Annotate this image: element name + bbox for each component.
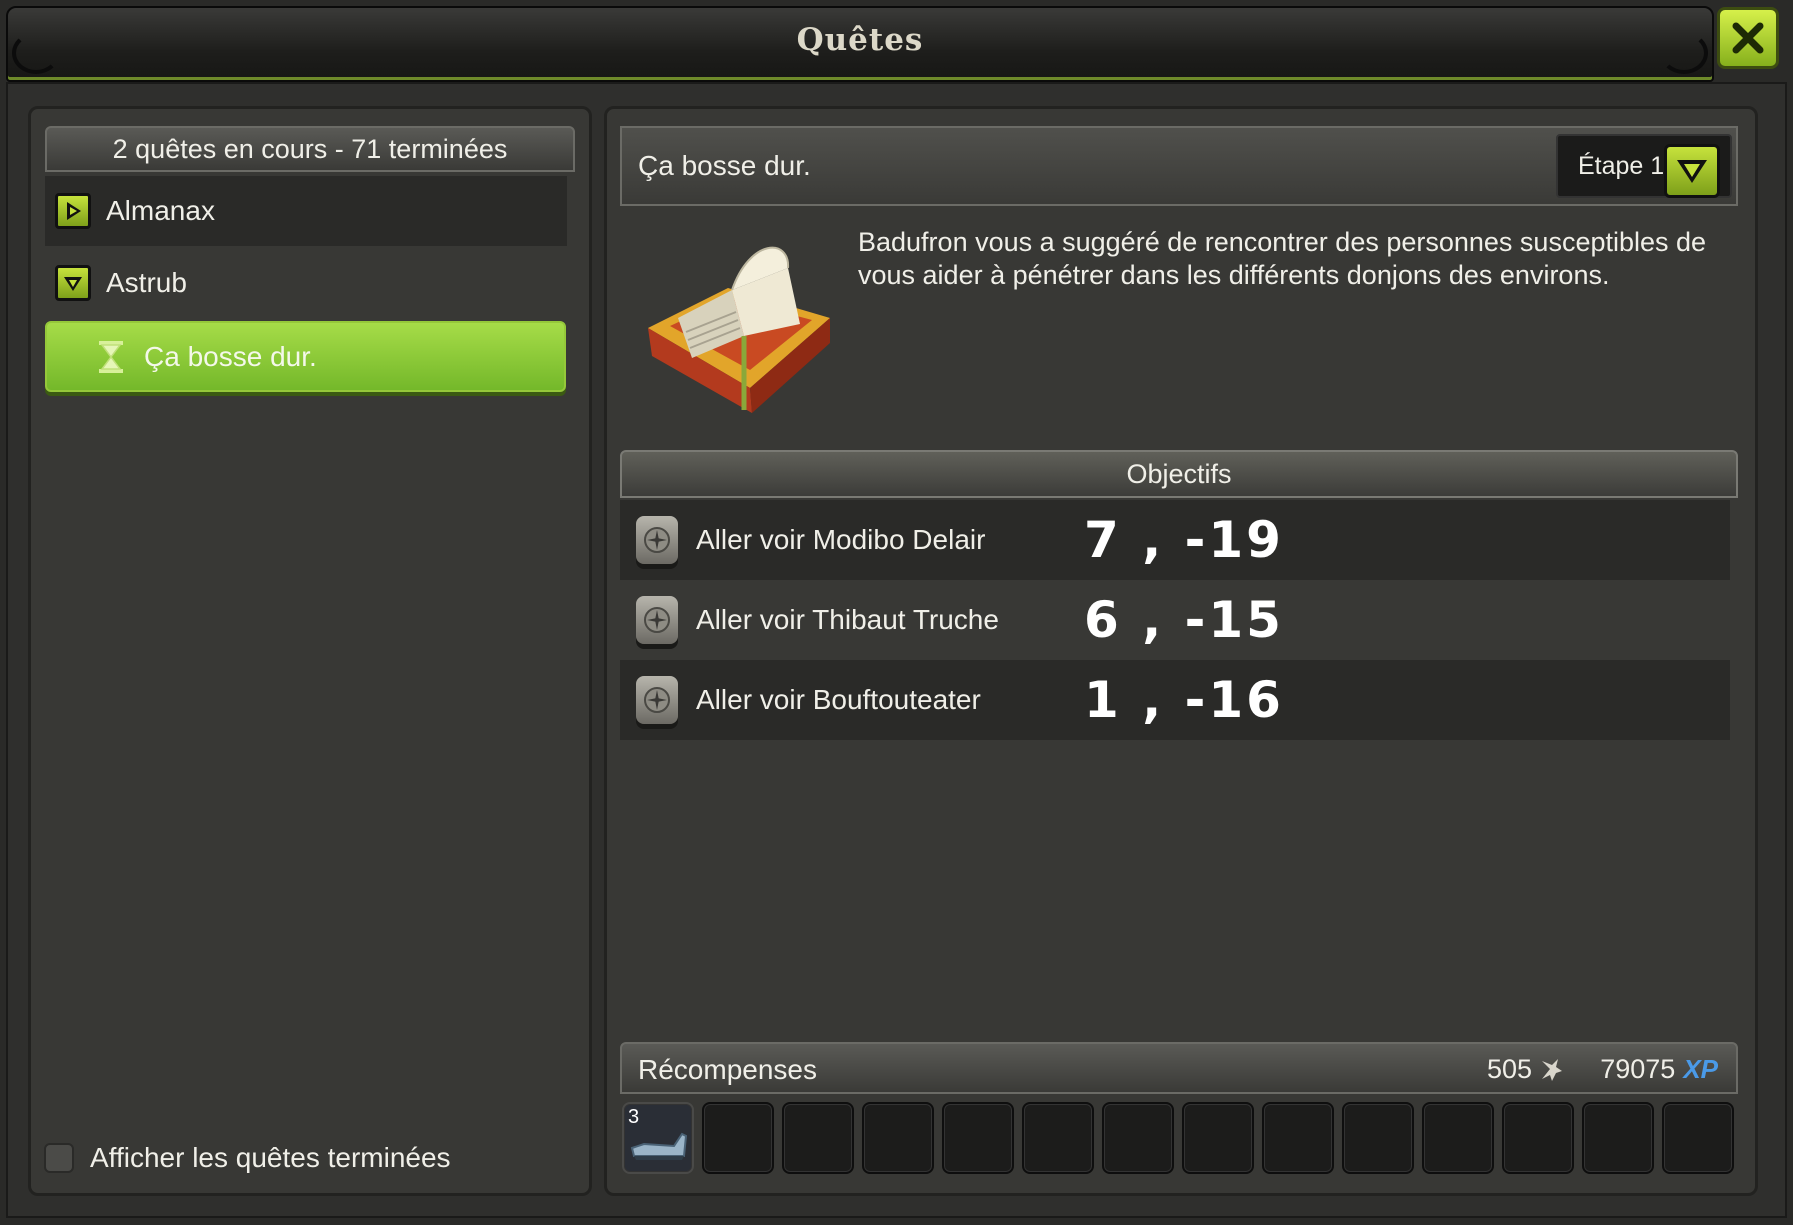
- objective-label: Aller voir Thibaut Truche: [696, 604, 999, 635]
- xp-amount: 79075: [1600, 1054, 1676, 1084]
- category-astrub[interactable]: Astrub: [45, 248, 567, 318]
- xp-label: XP: [1683, 1054, 1718, 1084]
- xp-reward: 79075 XP: [1600, 1054, 1718, 1085]
- quest-count-header: 2 quêtes en cours - 71 terminées: [45, 126, 575, 172]
- objective-label: Aller voir Modibo Delair: [696, 524, 986, 555]
- window-title: Quêtes: [796, 22, 924, 58]
- window-title-bar[interactable]: Quêtes: [6, 6, 1714, 82]
- reward-item-slots: 3: [622, 1102, 1734, 1174]
- reward-slot[interactable]: [1582, 1102, 1654, 1174]
- quest-item-label: Ça bosse dur.: [144, 340, 317, 372]
- reward-slot[interactable]: [1662, 1102, 1734, 1174]
- objective-row[interactable]: Aller voir Bouftouteater 1 , -16: [620, 660, 1730, 740]
- reward-slot[interactable]: [782, 1102, 854, 1174]
- quest-description: Badufron vous a suggéré de rencontrer de…: [858, 227, 1707, 290]
- reward-slot[interactable]: [1182, 1102, 1254, 1174]
- show-finished-toggle[interactable]: Afficher les quêtes terminées: [44, 1142, 451, 1174]
- close-icon: [1732, 22, 1764, 54]
- category-label: Almanax: [106, 195, 215, 226]
- collapse-arrow-icon[interactable]: [55, 265, 91, 301]
- objective-label: Aller voir Bouftouteater: [696, 684, 981, 715]
- reward-slot[interactable]: [1422, 1102, 1494, 1174]
- quest-item-selected[interactable]: Ça bosse dur.: [45, 321, 566, 392]
- objective-coordinates: 1 , -16: [1084, 671, 1284, 729]
- objective-coordinates: 7 , -19: [1084, 511, 1284, 569]
- quest-title: Ça bosse dur.: [638, 150, 811, 181]
- objective-row[interactable]: Aller voir Modibo Delair 7 , -19: [620, 500, 1730, 580]
- quest-book-icon: [648, 246, 830, 413]
- objectives-header: Objectifs: [620, 450, 1738, 498]
- objective-coordinates: 6 , -15: [1084, 591, 1284, 649]
- category-almanax[interactable]: Almanax: [45, 176, 567, 246]
- kamas-amount: 505: [1486, 1054, 1532, 1084]
- step-dropdown-button[interactable]: [1664, 144, 1720, 198]
- chevron-down-icon: [1677, 160, 1707, 183]
- compass-icon[interactable]: [636, 516, 678, 564]
- step-selector[interactable]: Étape 1: [1556, 134, 1732, 198]
- quest-header: Ça bosse dur. Étape 1: [620, 126, 1738, 206]
- compass-icon[interactable]: [636, 596, 678, 644]
- reward-slot[interactable]: 3: [622, 1102, 694, 1174]
- kamas-icon: [1542, 1058, 1562, 1081]
- reward-slot[interactable]: [1502, 1102, 1574, 1174]
- rewards-title: Récompenses: [638, 1054, 817, 1085]
- reward-slot[interactable]: [942, 1102, 1014, 1174]
- title-ornament-right: [1660, 32, 1708, 74]
- expand-arrow-icon[interactable]: [55, 193, 91, 229]
- compass-icon[interactable]: [636, 676, 678, 724]
- rewards-header: Récompenses 505 79075 XP: [620, 1042, 1738, 1094]
- reward-slot[interactable]: [862, 1102, 934, 1174]
- category-label: Astrub: [106, 267, 187, 298]
- step-label: Étape 1: [1578, 152, 1665, 180]
- reward-slot[interactable]: [1342, 1102, 1414, 1174]
- hourglass-icon: [99, 340, 123, 373]
- kamas-reward: 505: [1487, 1054, 1564, 1085]
- reward-slot[interactable]: [1262, 1102, 1334, 1174]
- reward-slot[interactable]: [702, 1102, 774, 1174]
- boots-icon: [630, 1132, 688, 1160]
- reward-slot[interactable]: [1022, 1102, 1094, 1174]
- close-button[interactable]: [1717, 7, 1779, 69]
- show-finished-checkbox[interactable]: [44, 1143, 74, 1173]
- objective-row[interactable]: Aller voir Thibaut Truche 6 , -15: [620, 580, 1730, 660]
- reward-slot[interactable]: [1102, 1102, 1174, 1174]
- show-finished-label: Afficher les quêtes terminées: [90, 1142, 451, 1173]
